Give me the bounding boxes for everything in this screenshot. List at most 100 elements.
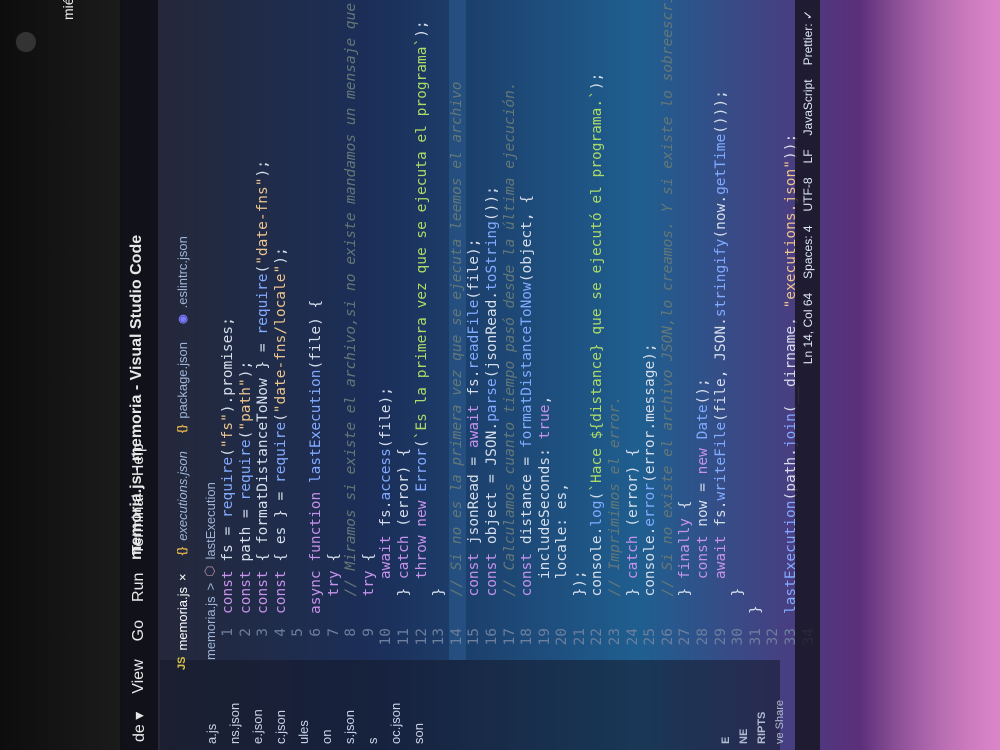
- sidebar-section[interactable]: NE: [738, 729, 750, 744]
- code-line[interactable]: 11 } catch (error) {: [396, 0, 414, 660]
- code-text[interactable]: }: [730, 588, 748, 614]
- code-line[interactable]: 14 // Si no es la primera vez que se eje…: [448, 0, 467, 660]
- code-line[interactable]: 5: [290, 0, 308, 660]
- code-text[interactable]: } catch (error) {: [396, 448, 414, 614]
- code-line[interactable]: 12 throw new Error(`Es la primera vez qu…: [414, 0, 432, 660]
- menu-run[interactable]: Run: [130, 573, 148, 602]
- line-number: 24: [624, 628, 641, 646]
- tab-package-json[interactable]: {} package.json: [168, 342, 196, 433]
- sidebar-file[interactable]: e.json: [246, 660, 269, 750]
- code-text[interactable]: }: [748, 605, 766, 614]
- code-text[interactable]: try {: [326, 553, 344, 614]
- code-line[interactable]: 8 // Miramos si existe el archivo,si no …: [343, 0, 361, 660]
- language-mode[interactable]: JavaScript: [801, 79, 815, 135]
- code-text[interactable]: console.log(`Hace ${distance} que se eje…: [589, 73, 607, 614]
- tab-executions-json[interactable]: {} executions.json: [168, 451, 196, 555]
- code-text[interactable]: await fs.writeFile(file, JSON.stringify(…: [713, 90, 731, 614]
- code-line[interactable]: 17 // Calculamos cuanto tiempo pasó desd…: [502, 0, 520, 660]
- code-line[interactable]: 7 try {: [326, 0, 344, 660]
- breadcrumb-symbol[interactable]: lastExecution: [203, 482, 218, 559]
- menu-prefix[interactable]: de ▾: [129, 712, 149, 742]
- code-text[interactable]: const now = new Date();: [695, 378, 713, 614]
- close-icon[interactable]: ×: [175, 573, 190, 581]
- sidebar-file[interactable]: ns.json: [223, 660, 246, 750]
- code-line[interactable]: 28 const now = new Date();: [695, 0, 713, 660]
- code-text[interactable]: } finally {: [677, 501, 695, 615]
- code-text[interactable]: const path = require("path");: [238, 361, 256, 614]
- code-line[interactable]: 30 }: [730, 0, 748, 660]
- code-text[interactable]: const distance = formatDistanceToNow(obj…: [519, 195, 537, 614]
- tab-label: executions.json: [174, 451, 190, 541]
- sidebar-file[interactable]: on: [315, 660, 338, 750]
- live-share-button[interactable]: ve Share: [774, 700, 786, 744]
- chevron-right-icon: >: [202, 582, 218, 591]
- code-line[interactable]: 22 console.log(`Hace ${distance} que se …: [589, 0, 607, 660]
- tab-memoria-js[interactable]: JS memoria.js ×: [168, 573, 196, 670]
- code-text[interactable]: }: [431, 588, 449, 614]
- sidebar-file[interactable]: son: [407, 660, 430, 750]
- indentation[interactable]: Spaces: 4: [801, 225, 815, 278]
- tab-eslintrc-json[interactable]: ◉ .eslintrc.json: [168, 236, 196, 324]
- code-text[interactable]: const { formatDistanceToNow } = require(…: [255, 160, 273, 614]
- code-text[interactable]: // Imprimimos el error.: [607, 396, 625, 614]
- breadcrumb-file[interactable]: memoria.js: [203, 596, 218, 660]
- code-line[interactable]: 6 async function lastExecution(file) {: [308, 0, 326, 660]
- sidebar-file[interactable]: s: [361, 660, 384, 750]
- code-line[interactable]: 18 const distance = formatDistanceToNow(…: [519, 0, 537, 660]
- code-text[interactable]: console.error(error.message);: [642, 343, 660, 614]
- code-text[interactable]: // Si no es la primera vez que se ejecut…: [449, 81, 467, 614]
- code-text[interactable]: includeSeconds: true,: [537, 396, 555, 614]
- sidebar-file[interactable]: a.js: [200, 660, 223, 750]
- code-line[interactable]: 20 locale: es,: [554, 0, 572, 660]
- code-text[interactable]: // Calculamos cuanto tiempo pasó desde l…: [502, 81, 520, 614]
- code-text[interactable]: const object = JSON.parse(jsonRead.toStr…: [484, 186, 502, 614]
- code-line[interactable]: 23 // Imprimimos el error.: [607, 0, 625, 660]
- code-text[interactable]: const { es } = require("date-fns/locale"…: [273, 247, 291, 614]
- clock: mié 18:: [60, 0, 76, 20]
- code-text[interactable]: const fs = require("fs").promises;: [220, 317, 238, 614]
- sidebar-file[interactable]: oc.json: [384, 660, 407, 750]
- code-line[interactable]: 9 try {: [361, 0, 379, 660]
- code-editor[interactable]: 1 const fs = require("fs").promises; 2 cons…: [220, 0, 817, 660]
- code-text[interactable]: try {: [361, 553, 379, 614]
- line-number: 31: [747, 628, 764, 646]
- code-text[interactable]: });: [572, 570, 590, 614]
- code-line[interactable]: 1 const fs = require("fs").promises;: [220, 0, 238, 660]
- sidebar-section[interactable]: E: [720, 737, 732, 744]
- code-text[interactable]: locale: es,: [554, 483, 572, 614]
- code-line[interactable]: 25 console.error(error.message);: [642, 0, 660, 660]
- code-text[interactable]: // Miramos si existe el archivo,si no ex…: [343, 0, 361, 614]
- code-line[interactable]: 21 });: [572, 0, 590, 660]
- cursor-position[interactable]: Ln 14, Col 64: [801, 293, 815, 364]
- code-line[interactable]: 32: [765, 0, 783, 660]
- sidebar-file[interactable]: s.json: [338, 660, 361, 750]
- code-line[interactable]: 24 } catch (error) {: [625, 0, 643, 660]
- end-of-line[interactable]: LF: [801, 149, 815, 163]
- code-text[interactable]: // Si no existe el archivo JSON,lo cream…: [660, 0, 678, 614]
- code-text[interactable]: await fs.access(file);: [378, 387, 396, 614]
- code-line[interactable]: 3 const { formatDistanceToNow } = require…: [255, 0, 273, 660]
- code-line[interactable]: 4 const { es } = require("date-fns/locale…: [273, 0, 291, 660]
- code-text[interactable]: throw new Error(`Es la primera vez que s…: [414, 20, 432, 614]
- encoding[interactable]: UTF-8: [801, 177, 815, 211]
- code-line[interactable]: 19 includeSeconds: true,: [537, 0, 555, 660]
- code-line[interactable]: 15 const jsonRead = await fs.readFile(fi…: [466, 0, 484, 660]
- code-text[interactable]: async function lastExecution(file) {: [308, 300, 326, 614]
- code-line[interactable]: 10 await fs.access(file);: [378, 0, 396, 660]
- prettier-status[interactable]: Prettier: ✓: [801, 10, 815, 65]
- sidebar-file[interactable]: ules: [292, 660, 315, 750]
- code-line[interactable]: 16 const object = JSON.parse(jsonRead.to…: [484, 0, 502, 660]
- code-line[interactable]: 27 } finally {: [677, 0, 695, 660]
- code-line[interactable]: 31}: [748, 0, 766, 660]
- code-line[interactable]: 29 await fs.writeFile(file, JSON.stringi…: [713, 0, 731, 660]
- code-line[interactable]: 2 const path = require("path");: [238, 0, 256, 660]
- menu-view[interactable]: View: [130, 659, 148, 693]
- sidebar-file[interactable]: c.json: [269, 660, 292, 750]
- code-line[interactable]: 26 // Si no existe el archivo JSON,lo cr…: [660, 0, 678, 660]
- menu-go[interactable]: Go: [130, 620, 148, 641]
- code-text[interactable]: } catch (error) {: [625, 448, 643, 614]
- sidebar-section[interactable]: RIPTS: [756, 712, 768, 744]
- code-line[interactable]: 13 }: [431, 0, 449, 660]
- cube-icon: ⬡: [202, 565, 217, 577]
- code-text[interactable]: const jsonRead = await fs.readFile(file)…: [466, 239, 484, 614]
